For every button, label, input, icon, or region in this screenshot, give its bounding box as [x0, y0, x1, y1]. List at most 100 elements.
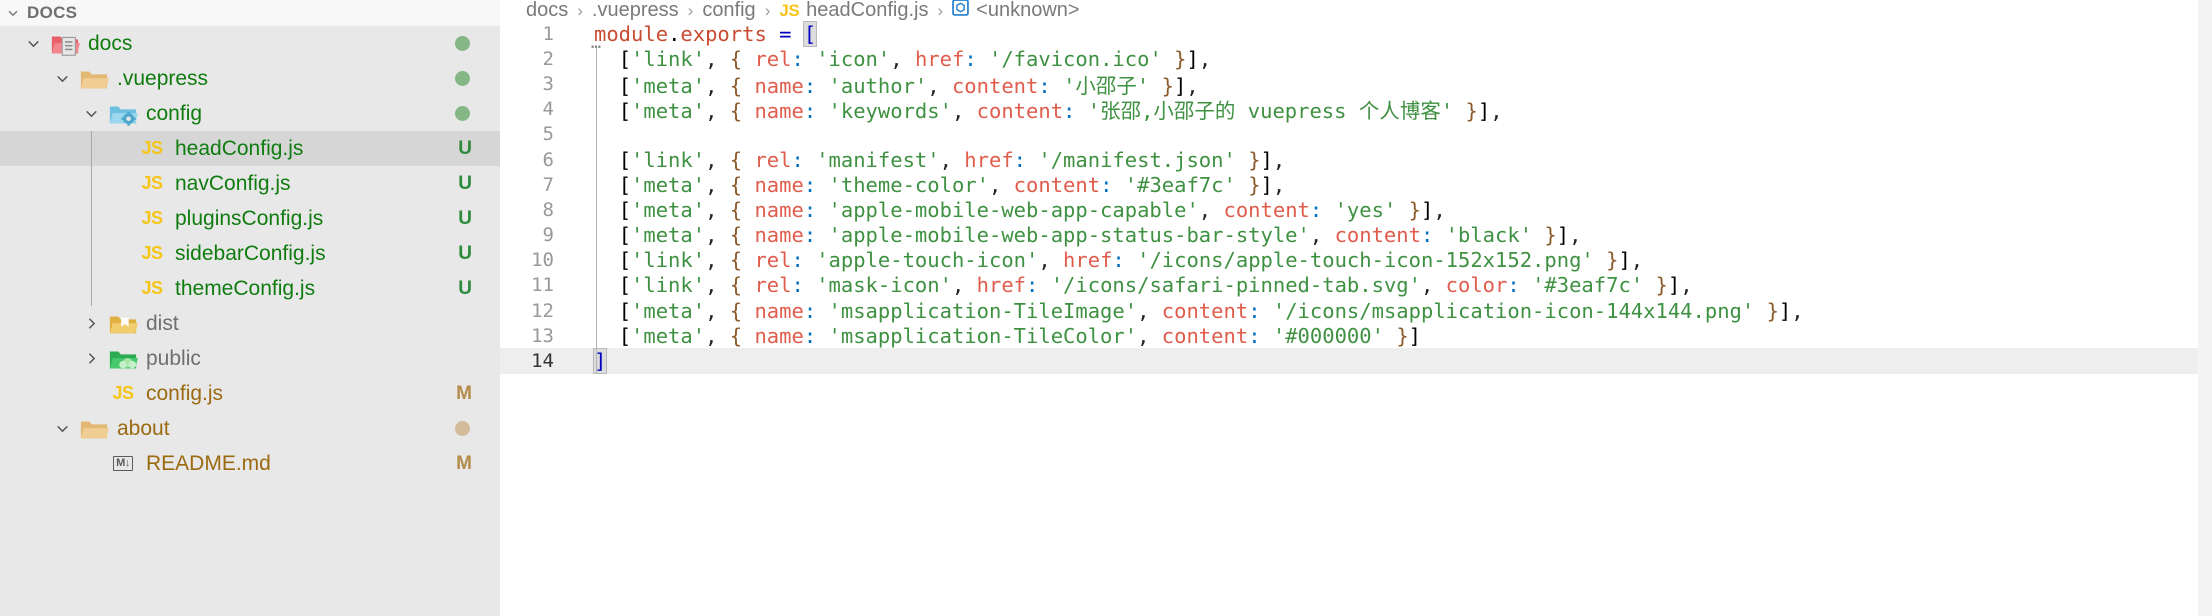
tree-item-config-js[interactable]: JS config.js M [0, 376, 500, 411]
code-line-text: ['meta', { name: 'msapplication-TileColo… [618, 323, 1421, 348]
code-line[interactable]: 10 ['link', { rel: 'apple-touch-icon', h… [500, 248, 2212, 273]
tree-item-navconfig-js[interactable]: JS navConfig.js U [0, 166, 500, 201]
chevron-right-icon[interactable] [76, 341, 106, 376]
breadcrumb-item-config[interactable]: config [702, 0, 755, 21]
breadcrumb-separator: › [764, 0, 771, 20]
tree-item-label: sidebarConfig.js [175, 242, 326, 265]
line-number: 8 [542, 198, 554, 221]
breadcrumb[interactable]: docs › .vuepress › config › JS headConfig.js › <u… [500, 0, 2212, 21]
code-line[interactable]: 3 ['meta', { name: 'author', content: '小… [500, 71, 2212, 98]
breadcrumb-separator: › [577, 0, 583, 20]
code-line[interactable]: 13 ['meta', { name: 'msapplication-TileC… [500, 323, 2212, 348]
folder-public-icon [106, 342, 140, 376]
tree-item-label: README.md [146, 452, 271, 475]
tree-item-themeconfig-js[interactable]: JS themeConfig.js U [0, 271, 500, 306]
code-editor: docs › .vuepress › config › JS headConfig.js › <u… [500, 0, 2212, 616]
tree-item-dist[interactable]: dist [0, 306, 500, 341]
tree-item-label: dist [146, 312, 179, 335]
breadcrumb-separator: › [687, 0, 694, 20]
line-number: 11 [531, 274, 554, 297]
breadcrumb-item-vuepress[interactable]: .vuepress [592, 0, 679, 21]
tree-item-config[interactable]: config [0, 96, 500, 131]
tree-item-vuepress[interactable]: .vuepress [0, 61, 500, 96]
js-file-icon: JS [112, 383, 134, 403]
tree-item-label: about [117, 417, 170, 440]
folding-indicator[interactable]: ⋯ [591, 37, 602, 57]
line-number: 1 [542, 22, 554, 45]
breadcrumb-item-docs[interactable]: docs [526, 0, 568, 21]
folder-docs-icon [48, 27, 82, 61]
tree-item-sidebarconfig-js[interactable]: JS sidebarConfig.js U [0, 236, 500, 271]
line-number: 6 [542, 148, 554, 171]
code-line[interactable]: 1 module.exports = [ [500, 20, 2212, 47]
file-tree: docs .vuepress config JS headConfig.js U JS nav… [0, 26, 500, 481]
tree-item-readme-md[interactable]: M↓ README.md M [0, 446, 500, 481]
code-line[interactable]: 2 ['link', { rel: 'icon', href: '/favico… [500, 46, 2212, 71]
git-status-badge: M [456, 453, 472, 474]
code-line[interactable]: 9 ['meta', { name: 'apple-mobile-web-app… [500, 223, 2212, 248]
code-line-text: ['meta', { name: 'apple-mobile-web-app-c… [618, 197, 1446, 222]
code-line[interactable]: 4 ['meta', { name: 'keywords', content: … [500, 97, 2212, 123]
breadcrumb-item-unknown[interactable]: <unknown> [952, 0, 1080, 21]
symbol-object-icon [952, 0, 969, 16]
tree-item-pluginsconfig-js[interactable]: JS pluginsConfig.js U [0, 201, 500, 236]
git-status-dot [455, 106, 470, 121]
code-line[interactable]: 12 ['meta', { name: 'msapplication-TileI… [500, 298, 2212, 323]
js-file-icon: JS [135, 132, 169, 166]
explorer-section-header[interactable]: DOCS [0, 0, 500, 26]
line-number: 5 [542, 123, 554, 146]
js-file-icon: JS [135, 272, 169, 306]
chevron-down-icon [6, 6, 20, 20]
explorer-section-title: DOCS [27, 3, 78, 22]
code-line[interactable]: 6 ['link', { rel: 'manifest', href: '/ma… [500, 147, 2212, 172]
code-line[interactable]: 8 ['meta', { name: 'apple-mobile-web-app… [500, 197, 2212, 222]
git-status-badge: M [456, 383, 472, 404]
js-file-icon: JS [141, 173, 163, 193]
js-file-icon: JS [135, 167, 169, 201]
explorer-sidebar: DOCS docs .vuepress config JS headConfig.js U… [0, 0, 500, 616]
tree-item-label: config [146, 102, 203, 125]
tree-item-docs[interactable]: docs [0, 26, 500, 61]
chevron-down-icon[interactable] [76, 96, 106, 131]
line-number: 7 [542, 173, 554, 196]
code-line-text: ] [592, 348, 608, 375]
markdown-file-icon: M↓ [106, 447, 140, 481]
chevron-down-icon[interactable] [18, 26, 48, 61]
git-status-dot [455, 421, 470, 436]
code-line-text: ['link', { rel: 'manifest', href: '/mani… [618, 147, 1286, 172]
chevron-right-icon[interactable] [76, 306, 106, 341]
tree-item-public[interactable]: public [0, 341, 500, 376]
code-line[interactable]: 11 ['link', { rel: 'mask-icon', href: '/… [500, 273, 2212, 298]
chevron-down-icon[interactable] [47, 61, 77, 96]
code-line[interactable]: 14] [500, 348, 2212, 375]
js-file-icon: JS [135, 202, 169, 236]
tree-item-label: public [146, 347, 201, 370]
code-line[interactable]: 5 [500, 122, 2212, 147]
breadcrumb-item-label: <unknown> [976, 0, 1080, 21]
tree-item-label: docs [88, 32, 133, 55]
code-content[interactable]: 1 module.exports = [2 ['link', { rel: 'ic… [500, 20, 2212, 375]
tree-item-about[interactable]: about [0, 411, 500, 446]
git-status-badge: U [458, 138, 472, 159]
js-file-icon: JS [141, 138, 163, 158]
folder-plain-icon [77, 412, 111, 446]
js-file-icon: JS [141, 278, 163, 298]
code-line[interactable]: 7 ['meta', { name: 'theme-color', conten… [500, 172, 2212, 197]
chevron-down-icon[interactable] [47, 411, 77, 446]
tree-item-label: config.js [146, 382, 224, 405]
js-file-icon: JS [141, 243, 163, 263]
tree-item-headconfig-js[interactable]: JS headConfig.js U [0, 131, 500, 166]
line-number: 3 [542, 72, 554, 95]
editor-vertical-scrollbar[interactable] [2198, 0, 2212, 616]
code-line-text: ['link', { rel: 'mask-icon', href: '/ico… [618, 273, 1693, 298]
breadcrumb-item-label: docs [526, 0, 569, 21]
git-status-badge: U [458, 173, 472, 194]
git-status-badge: U [458, 243, 472, 264]
tree-item-label: .vuepress [117, 67, 209, 90]
breadcrumb-item-headconfig-js[interactable]: JS headConfig.js [779, 0, 928, 21]
